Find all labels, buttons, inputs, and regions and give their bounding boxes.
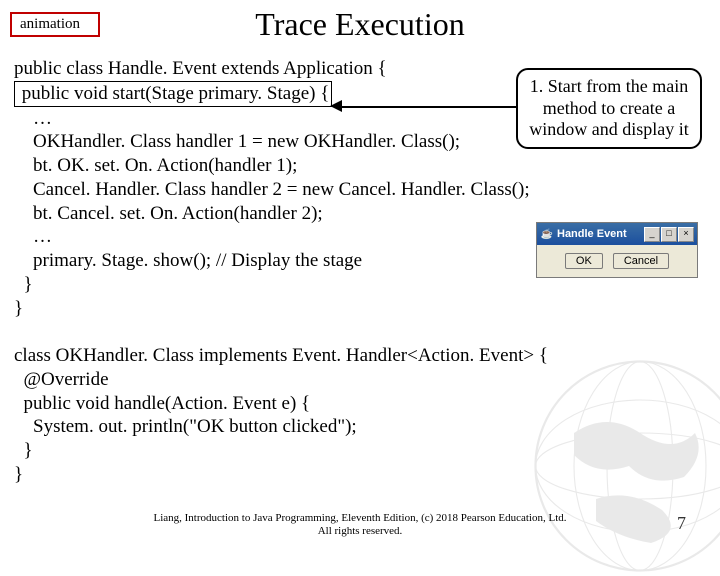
code-line: System. out. println("OK button clicked"… bbox=[14, 416, 357, 437]
code-line: … bbox=[14, 226, 52, 247]
code-line: } bbox=[14, 440, 33, 461]
java-icon: ☕ bbox=[540, 227, 554, 241]
example-app-window: ☕ Handle Event _ □ × OK Cancel bbox=[536, 222, 698, 278]
code-line: public void handle(Action. Event e) { bbox=[14, 393, 310, 414]
maximize-button[interactable]: □ bbox=[661, 227, 677, 242]
page-number: 7 bbox=[677, 513, 686, 534]
callout-arrow-line bbox=[338, 106, 518, 108]
app-body: OK Cancel bbox=[537, 245, 697, 277]
code-line: } bbox=[14, 274, 33, 295]
code-line: class OKHandler. Class implements Event.… bbox=[14, 345, 548, 366]
footer: Liang, Introduction to Java Programming,… bbox=[0, 512, 720, 538]
minimize-button[interactable]: _ bbox=[644, 227, 660, 242]
footer-line-1: Liang, Introduction to Java Programming,… bbox=[0, 512, 720, 525]
code-line: … bbox=[14, 108, 52, 129]
code-line: } bbox=[14, 464, 23, 485]
step-callout: 1. Start from the main method to create … bbox=[516, 68, 702, 149]
highlighted-start-line: public void start(Stage primary. Stage) … bbox=[14, 81, 332, 107]
app-titlebar: ☕ Handle Event _ □ × bbox=[537, 223, 697, 245]
close-button[interactable]: × bbox=[678, 227, 694, 242]
cancel-button[interactable]: Cancel bbox=[613, 253, 669, 269]
app-window-title: Handle Event bbox=[557, 228, 644, 240]
animation-badge: animation bbox=[10, 12, 100, 37]
code-line: } bbox=[14, 298, 23, 319]
globe-decoration bbox=[530, 356, 720, 576]
ok-button[interactable]: OK bbox=[565, 253, 603, 269]
callout-arrow-head bbox=[330, 100, 342, 112]
code-line: bt. OK. set. On. Action(handler 1); bbox=[14, 155, 297, 176]
slide-title: Trace Execution bbox=[0, 6, 720, 43]
code-line: @Override bbox=[14, 369, 109, 390]
footer-line-2: All rights reserved. bbox=[0, 525, 720, 538]
code-line: primary. Stage. show(); // Display the s… bbox=[14, 250, 362, 271]
code-line: Cancel. Handler. Class handler 2 = new C… bbox=[14, 179, 530, 200]
code-line: OKHandler. Class handler 1 = new OKHandl… bbox=[14, 131, 460, 152]
code-line: bt. Cancel. set. On. Action(handler 2); bbox=[14, 203, 323, 224]
window-controls: _ □ × bbox=[644, 227, 694, 242]
code-line: public class Handle. Event extends Appli… bbox=[14, 58, 387, 79]
